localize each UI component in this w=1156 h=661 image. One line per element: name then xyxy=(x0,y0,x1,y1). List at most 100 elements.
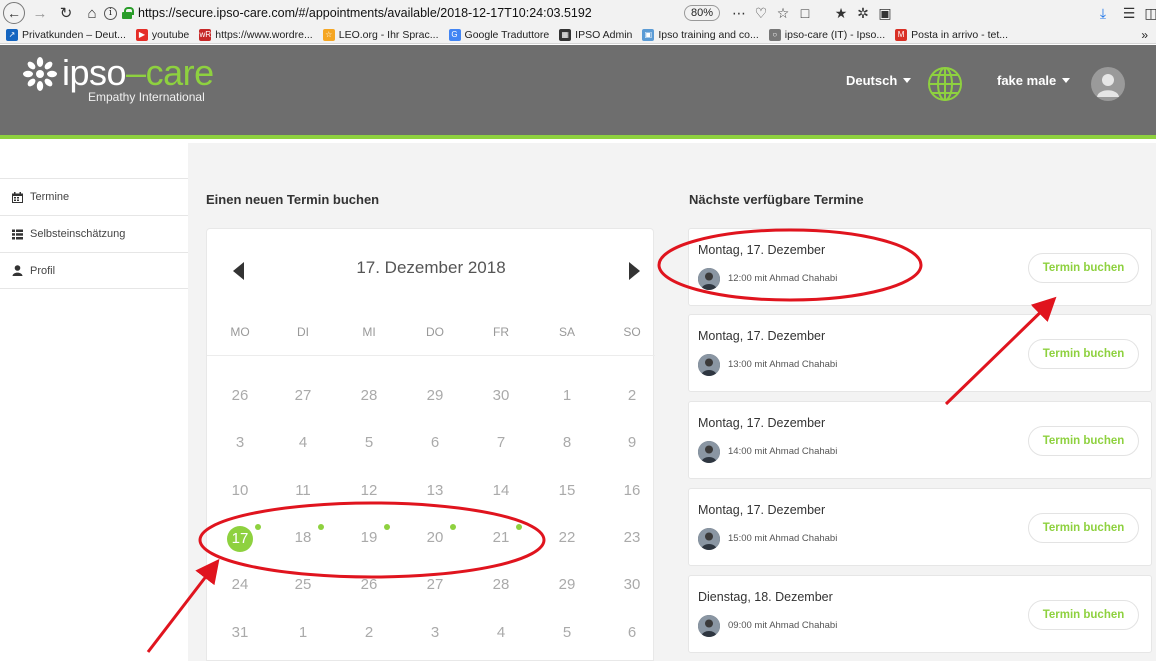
book-appointment-button[interactable]: Termin buchen xyxy=(1028,339,1139,369)
calendar-day[interactable]: 28 xyxy=(354,384,384,408)
pocket-icon[interactable]: ♡ xyxy=(750,2,772,24)
url-bar[interactable]: i https://secure.ipso-care.com/#/appoint… xyxy=(104,3,664,23)
calendar-day[interactable]: 3 xyxy=(420,621,450,645)
bookmark-star-icon[interactable]: ☆ xyxy=(772,2,794,24)
book-appointment-button[interactable]: Termin buchen xyxy=(1028,253,1139,283)
download-icon[interactable]: ⤓ xyxy=(1092,2,1114,24)
calendar-day-number: 7 xyxy=(496,434,506,451)
browser-actions: ⋯ ♡ ☆ □ ★ ✲ ▣ ⤓ ☰ ◫ ABP ≡ xyxy=(728,2,1156,24)
calendar-day[interactable]: 15 xyxy=(552,479,582,503)
calendar-day[interactable]: 6 xyxy=(617,621,647,645)
calendar-day[interactable]: 14 xyxy=(486,479,516,503)
home-icon[interactable]: ⌂ xyxy=(81,2,103,24)
more-actions-icon[interactable]: ⋯ xyxy=(728,2,750,24)
calendar-day[interactable]: 5 xyxy=(552,621,582,645)
calendar-day[interactable]: 6 xyxy=(420,431,450,455)
calendar-day[interactable]: 20 xyxy=(420,524,456,550)
calendar-day-number: 13 xyxy=(426,482,444,499)
language-label: Deutsch xyxy=(846,73,898,88)
calendar-day[interactable]: 18 xyxy=(288,524,324,550)
back-arrow-icon[interactable]: ← xyxy=(3,2,25,24)
sidebar-item-termine[interactable]: Termine xyxy=(0,178,188,215)
book-appointment-button[interactable]: Termin buchen xyxy=(1028,513,1139,543)
calendar-day[interactable]: 27 xyxy=(420,573,450,597)
calendar-day-number: 31 xyxy=(231,624,249,641)
calendar-day[interactable]: 5 xyxy=(354,431,384,455)
calendar-day[interactable]: 23 xyxy=(617,526,647,550)
calendar-day[interactable]: 13 xyxy=(420,479,450,503)
bookmark-item[interactable]: ▦ IPSO Admin xyxy=(559,28,632,41)
zoom-level[interactable]: 80% xyxy=(684,5,720,21)
bookmark-item[interactable]: ☆ LEO.org - Ihr Sprac... xyxy=(322,28,439,41)
calendar-day[interactable]: 19 xyxy=(354,524,390,550)
appointment-detail: 14:00 mit Ahmad Chahabi xyxy=(728,446,838,457)
calendar-day[interactable]: 26 xyxy=(225,384,255,408)
calendar-day-number: 20 xyxy=(426,529,444,546)
calendar-day-number: 26 xyxy=(360,576,378,593)
calendar-day[interactable]: 30 xyxy=(617,573,647,597)
calendar-day[interactable]: 3 xyxy=(225,431,255,455)
calendar-day[interactable]: 1 xyxy=(552,384,582,408)
calendar-day-number: 6 xyxy=(627,624,637,641)
globe-icon[interactable] xyxy=(926,65,964,103)
user-dropdown[interactable]: fake male xyxy=(997,73,1071,88)
screenshot-icon[interactable]: □ xyxy=(794,2,816,24)
sidebar-toggle-icon[interactable]: ◫ xyxy=(1140,2,1156,24)
bookmark-item[interactable]: M Posta in arrivo - tet... xyxy=(895,28,1008,41)
bookmark-item[interactable]: ▣ Ipso training and co... xyxy=(642,28,759,41)
book-appointment-button[interactable]: Termin buchen xyxy=(1028,426,1139,456)
calendar-day[interactable]: 4 xyxy=(288,431,318,455)
calendar-day[interactable]: 30 xyxy=(486,384,516,408)
bookmark-item[interactable]: ▶ youtube xyxy=(135,28,189,41)
sidebar-item-profil[interactable]: Profil xyxy=(0,252,188,289)
book-appointment-button[interactable]: Termin buchen xyxy=(1028,600,1139,630)
calendar-day[interactable]: 2 xyxy=(617,384,647,408)
avatar[interactable] xyxy=(1091,67,1125,101)
calendar-day[interactable]: 10 xyxy=(225,479,255,503)
calendar-day[interactable]: 7 xyxy=(486,431,516,455)
calendar-next-arrow-icon[interactable] xyxy=(629,262,640,280)
calendar-day[interactable]: 25 xyxy=(288,573,318,597)
calendar-day[interactable]: 29 xyxy=(552,573,582,597)
extension-gear-icon[interactable]: ✲ xyxy=(852,2,874,24)
calendar-day[interactable]: 16 xyxy=(617,479,647,503)
toolbar-star-icon[interactable]: ★ xyxy=(830,2,852,24)
calendar-day-number: 28 xyxy=(492,576,510,593)
calendar-day[interactable]: 28 xyxy=(486,573,516,597)
language-dropdown[interactable]: Deutsch xyxy=(846,73,912,88)
bookmark-item[interactable]: G Google Traduttore xyxy=(448,28,550,41)
calendar-day[interactable]: 22 xyxy=(552,526,582,550)
calendar-day[interactable]: 29 xyxy=(420,384,450,408)
calendar-day[interactable]: 27 xyxy=(288,384,318,408)
calendar-day[interactable]: 1 xyxy=(288,621,318,645)
calendar-day[interactable]: 11 xyxy=(288,479,318,503)
sidebar-item-selbsteinschaetzung[interactable]: Selbsteinschätzung xyxy=(0,215,188,252)
calendar-day[interactable]: 9 xyxy=(617,431,647,455)
bookmarks-overflow-icon[interactable]: » xyxy=(1141,28,1148,42)
bookmark-item[interactable]: ○ ipso-care (IT) - Ipso... xyxy=(768,28,885,41)
info-icon[interactable]: i xyxy=(104,6,117,20)
calendar-day-number: 23 xyxy=(623,529,641,546)
bookmark-item[interactable]: ↗ Privatkunden – Deut... xyxy=(6,28,126,41)
bookmark-item[interactable]: wR https://www.wordre... xyxy=(199,28,313,41)
appointment-detail: 09:00 mit Ahmad Chahabi xyxy=(728,620,838,631)
logo[interactable]: ipso–care xyxy=(22,53,214,93)
calendar-day-number: 30 xyxy=(623,576,641,593)
appointment-card: Montag, 17. Dezember 15:00 mit Ahmad Chah… xyxy=(688,488,1152,566)
calendar-day[interactable]: 4 xyxy=(486,621,516,645)
forward-arrow-icon[interactable]: → xyxy=(29,2,51,24)
calendar-day[interactable]: 26 xyxy=(354,573,384,597)
weekday-header: DO xyxy=(426,325,444,339)
calendar-day[interactable]: 21 xyxy=(486,524,522,550)
calendar-day[interactable]: 8 xyxy=(552,431,582,455)
calendar-day[interactable]: 31 xyxy=(225,621,255,645)
calendar-day[interactable]: 2 xyxy=(354,621,384,645)
calendar-day[interactable]: 24 xyxy=(225,573,255,597)
bookmark-label: Google Traduttore xyxy=(464,28,550,41)
reload-icon[interactable]: ↻ xyxy=(55,2,77,24)
calendar-day[interactable]: 12 xyxy=(354,479,384,503)
calendar-day-number: 19 xyxy=(360,529,378,546)
library-icon[interactable]: ☰ xyxy=(1118,2,1140,24)
clipboard-icon[interactable]: ▣ xyxy=(874,2,896,24)
calendar-day-selected[interactable]: 17 xyxy=(225,524,261,552)
